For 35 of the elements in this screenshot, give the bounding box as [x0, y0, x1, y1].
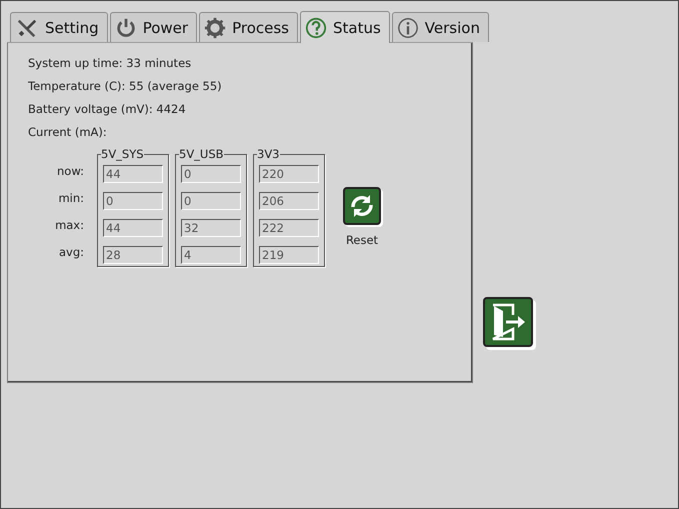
- value-field: 0: [181, 165, 241, 183]
- info-icon: [396, 16, 419, 38]
- value-field: 28: [103, 246, 163, 264]
- value-field: 44: [103, 219, 163, 237]
- group-label: 5V_SYS: [101, 147, 144, 161]
- row-label: max:: [55, 217, 84, 234]
- value-field: 222: [259, 219, 319, 237]
- status-text: Battery voltage (mV): 4424: [28, 101, 187, 118]
- exit-button[interactable]: [483, 297, 533, 347]
- status-text: Temperature (C): 55 (average 55): [28, 78, 223, 95]
- reset-label: Reset: [346, 233, 378, 247]
- value-field: 32: [181, 219, 241, 237]
- tab[interactable]: Version: [392, 12, 489, 42]
- power-icon: [114, 16, 137, 38]
- tab[interactable]: Power: [110, 12, 198, 42]
- group-label: 3V3: [257, 147, 280, 161]
- question-icon: [304, 16, 327, 38]
- row-label: avg:: [58, 244, 84, 261]
- value-field: 220: [259, 165, 319, 183]
- tab[interactable]: Setting: [10, 12, 108, 42]
- value-field: 219: [259, 246, 319, 264]
- value-field: 206: [259, 192, 319, 210]
- value-field: 44: [103, 165, 163, 183]
- value-field: 0: [103, 192, 163, 210]
- value-field: 0: [181, 192, 241, 210]
- gear-icon: [204, 16, 226, 38]
- tab[interactable]: Process: [199, 12, 298, 42]
- row-label: min:: [58, 190, 84, 207]
- group-label: 5V_USB: [179, 147, 224, 161]
- row-label: now:: [57, 163, 84, 180]
- reset-button[interactable]: [343, 187, 381, 225]
- status-text: Current (mA):: [28, 124, 108, 141]
- value-field: 4: [181, 246, 241, 264]
- tab[interactable]: Status: [300, 11, 390, 43]
- status-text: System up time: 33 minutes: [28, 55, 192, 72]
